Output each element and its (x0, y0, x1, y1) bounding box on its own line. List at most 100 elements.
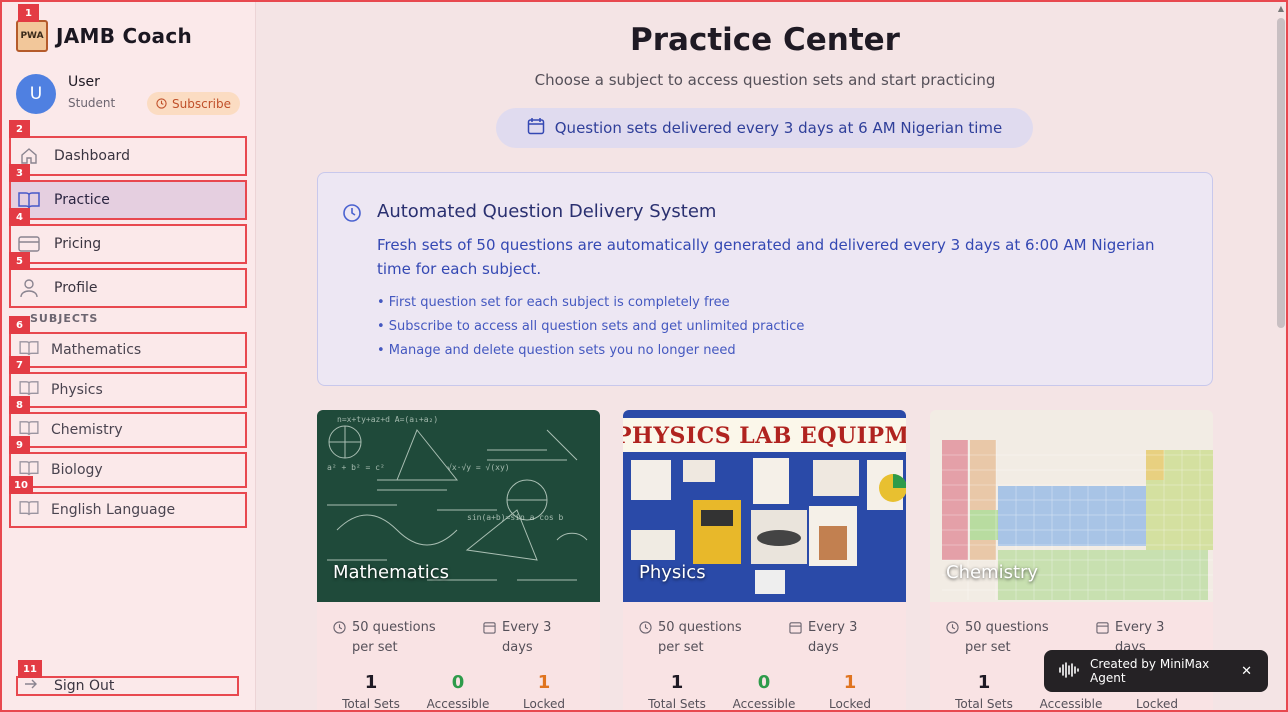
stat-value: 0 (757, 672, 771, 693)
stat-locked: 1 Locked (805, 672, 895, 711)
marker-badge: 11 (18, 660, 42, 678)
stat-value: 1 (843, 672, 857, 693)
info-description: Fresh sets of 50 questions are automatic… (377, 236, 1155, 278)
stat-label: Accessible (426, 697, 490, 711)
toast-text: Created by MiniMax Agent (1090, 657, 1210, 685)
card-title: Chemistry (946, 562, 1039, 583)
app-name: JAMB Coach (56, 24, 193, 48)
info-bullet: • Manage and delete question sets you no… (377, 343, 736, 358)
stat-label: Locked (1136, 697, 1178, 711)
sidebar-item-english-language[interactable]: English Language (9, 492, 247, 528)
subscribe-label: Subscribe (172, 96, 231, 111)
marker-badge: 6 (9, 316, 30, 334)
stat-label: Accessible (732, 697, 796, 711)
nav-label: Practice (54, 192, 110, 208)
clock-icon (639, 618, 652, 658)
clock-icon (342, 203, 362, 227)
subject-label: Physics (51, 382, 103, 398)
delivery-frequency: Every 3 days (483, 618, 562, 658)
marker-badge: 2 (9, 120, 30, 138)
svg-text:√x·√y = √(xy): √x·√y = √(xy) (447, 463, 510, 472)
sidebar-item-physics[interactable]: Physics (9, 372, 247, 408)
nav-pricing[interactable]: Pricing (9, 224, 247, 264)
svg-text:sin(a+b)=sin a cos b: sin(a+b)=sin a cos b (467, 513, 564, 522)
stat-accessible: 0 Accessible (413, 672, 503, 711)
stat-label: Accessible (1039, 697, 1103, 711)
sidebar-item-mathematics[interactable]: Mathematics (9, 332, 247, 368)
calendar-icon (527, 117, 545, 139)
subject-label: Biology (51, 462, 103, 478)
user-name: User (68, 74, 100, 90)
questions-per-set: 50 questions per set (333, 618, 452, 658)
marker-badge: 1 (18, 4, 39, 22)
book-icon (19, 500, 39, 520)
agent-toast: Created by MiniMax Agent ✕ (1044, 650, 1268, 692)
nav-label: Pricing (54, 236, 102, 252)
stat-value: 1 (977, 672, 991, 693)
stat-value: 1 (537, 672, 551, 693)
stat-total: 1 Total Sets (939, 672, 1029, 711)
marker-badge: 3 (9, 164, 30, 182)
main-content: Practice Center Choose a subject to acce… (257, 0, 1273, 712)
clock-icon (333, 618, 346, 658)
marker-badge: 4 (9, 208, 30, 226)
stat-label: Total Sets (955, 697, 1013, 711)
info-bullet: • First question set for each subject is… (377, 295, 730, 310)
marker-badge: 5 (9, 252, 30, 270)
nav-label: Profile (54, 280, 98, 296)
sign-out-button[interactable]: Sign Out (16, 676, 239, 696)
user-icon (18, 277, 40, 299)
questions-per-set: 50 questions per set (639, 618, 758, 658)
subject-card-physics[interactable]: PHYSICS LAB EQUIPMENT Physics 50 questio… (623, 410, 906, 712)
clock-icon (946, 618, 959, 658)
stat-locked: 1 Locked (499, 672, 589, 711)
stat-value: 1 (364, 672, 378, 693)
stat-accessible: 0 Accessible (719, 672, 809, 711)
info-bullet: • Subscribe to access all question sets … (377, 319, 805, 334)
subject-card-mathematics[interactable]: n=x+ty+az+d A=(a₁+a₂) √x·√y = √(xy) a² +… (317, 410, 600, 712)
physics-banner: PHYSICS LAB EQUIPMENT (623, 423, 906, 449)
svg-text:a² + b² = c²: a² + b² = c² (327, 463, 385, 472)
info-title: Automated Question Delivery System (377, 201, 717, 222)
stat-label: Locked (523, 697, 565, 711)
per-set-text: 50 questions per set (352, 620, 436, 655)
subscribe-button[interactable]: Subscribe (147, 92, 240, 115)
marker-badge: 9 (9, 436, 30, 454)
stat-value: 0 (451, 672, 465, 693)
stat-total: 1 Total Sets (632, 672, 722, 711)
sidebar-item-chemistry[interactable]: Chemistry (9, 412, 247, 448)
nav-practice[interactable]: Practice (9, 180, 247, 220)
delivery-text: Question sets delivered every 3 days at … (554, 119, 1003, 137)
subject-label: Mathematics (51, 342, 142, 358)
user-role: Student (68, 96, 116, 110)
delivery-frequency: Every 3 days (789, 618, 868, 658)
clock-icon (156, 98, 167, 109)
nav-dashboard[interactable]: Dashboard (9, 136, 247, 176)
sign-out-icon (24, 677, 40, 695)
stat-label: Total Sets (648, 697, 706, 711)
scrollbar-thumb[interactable] (1277, 18, 1285, 328)
brand[interactable]: PWA JAMB Coach (16, 20, 192, 52)
page-subtitle: Choose a subject to access question sets… (534, 71, 996, 89)
calendar-icon (483, 618, 496, 658)
avatar: U (16, 74, 56, 114)
subjects-heading: SUBJECTS (30, 312, 99, 325)
frequency-text: Every 3 days (808, 620, 858, 655)
page-title: Practice Center (630, 22, 900, 58)
close-icon[interactable]: ✕ (1241, 664, 1252, 679)
sidebar: PWA JAMB Coach U User Student Subscribe … (0, 0, 256, 712)
per-set-text: 50 questions per set (658, 620, 742, 655)
card-title: Physics (639, 562, 706, 583)
scroll-up-icon[interactable]: ▲ (1278, 4, 1284, 13)
stat-total: 1 Total Sets (326, 672, 416, 711)
nav-label: Dashboard (54, 148, 130, 164)
sign-out-label: Sign Out (54, 678, 115, 694)
sidebar-item-biology[interactable]: Biology (9, 452, 247, 488)
frequency-text: Every 3 days (502, 620, 552, 655)
calendar-icon (789, 618, 802, 658)
nav-profile[interactable]: Profile (9, 268, 247, 308)
stat-value: 1 (670, 672, 684, 693)
card-title: Mathematics (333, 562, 449, 583)
user-block: U User Student Subscribe (16, 74, 240, 116)
stat-label: Locked (829, 697, 871, 711)
